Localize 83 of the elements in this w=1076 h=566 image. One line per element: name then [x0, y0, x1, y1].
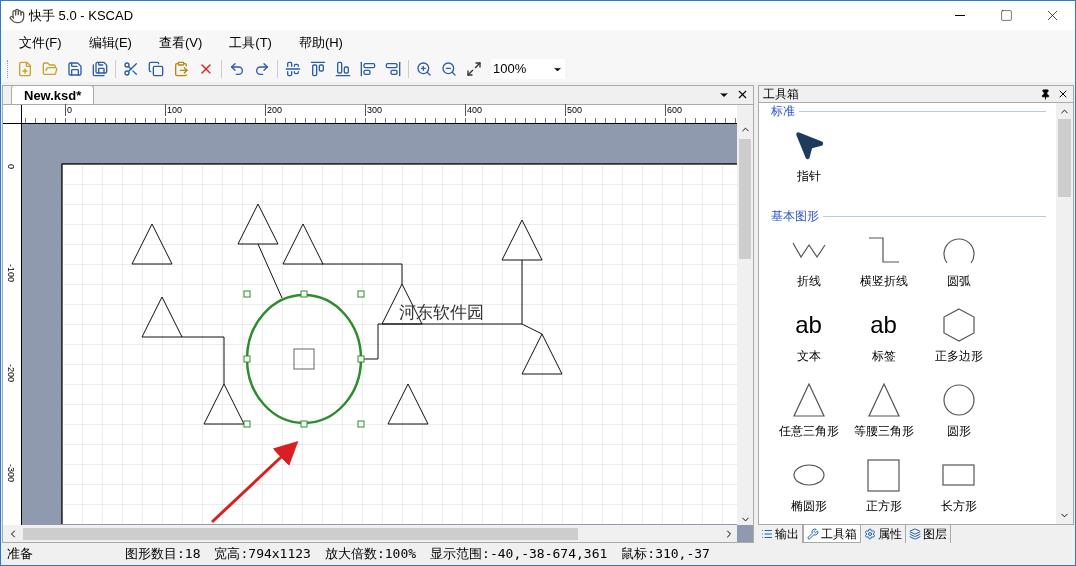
canvas-text: 河东软件园 — [399, 302, 484, 324]
ruler-label: 500 — [565, 104, 583, 116]
status-text: 图形数目:18 — [125, 545, 201, 564]
connector-line — [257, 243, 283, 299]
pin-icon[interactable] — [1040, 88, 1051, 100]
list-icon — [761, 528, 773, 540]
app-icon — [9, 7, 25, 24]
toolbox-item[interactable]: 横竖折线 — [846, 230, 921, 305]
toolbox-item[interactable]: 椭圆形 — [771, 455, 846, 524]
triangle-shape — [521, 333, 563, 375]
ruler-label: 600 — [665, 104, 683, 116]
toolbox-item[interactable]: 等腰三角形 — [846, 380, 921, 455]
toolbox-item[interactable]: 正多边形 — [921, 305, 996, 380]
scrollbar-corner — [737, 525, 753, 542]
orthline-shape-icon — [867, 237, 900, 263]
toolbox-item[interactable]: 正方形 — [846, 455, 921, 524]
scrollbar-thumb[interactable] — [1058, 119, 1071, 197]
menu-item[interactable]: 文件(F) — [11, 33, 70, 53]
status-text: 鼠标:310,-37 — [621, 545, 710, 564]
gear-icon — [864, 528, 876, 540]
toolbox-item[interactable]: 任意三角形 — [771, 380, 846, 455]
menu-item[interactable]: 工具(T) — [221, 33, 280, 53]
wrench-icon — [807, 527, 819, 540]
ruler-label: 0 — [6, 164, 15, 169]
toolbox-item[interactable]: 圆形 — [921, 380, 996, 455]
panel-tab[interactable]: 工具箱 — [803, 525, 861, 543]
connector-line — [181, 336, 225, 385]
triangle-shape — [141, 296, 183, 338]
close-icon[interactable] — [1057, 88, 1069, 100]
menu-item[interactable]: 帮助(H) — [290, 33, 351, 53]
document-tab[interactable]: New.ksd* — [11, 85, 95, 104]
text-glyph: ab — [870, 311, 897, 339]
ruler-label: 200 — [265, 104, 283, 116]
triangle-shape — [237, 203, 279, 245]
hexagon-shape-icon — [942, 308, 975, 342]
panel-tab[interactable]: 图层 — [906, 525, 951, 543]
ellipse-shape-icon — [792, 464, 825, 486]
triangle-shape — [131, 223, 173, 265]
status-text: 准备 — [7, 545, 34, 564]
selected-ellipse[interactable] — [243, 290, 365, 428]
ruler-label: -300 — [6, 464, 15, 482]
status-text: 宽高:794x1123 — [214, 545, 311, 564]
polyline-shape-icon — [791, 241, 826, 259]
close-icon[interactable] — [736, 88, 749, 101]
section-title: 标准 — [771, 103, 795, 120]
toolbox-item[interactable]: 长方形 — [921, 455, 996, 524]
section-title: 基本图形 — [771, 208, 819, 225]
toolbox-item[interactable]: ab 文本 — [771, 305, 846, 380]
layers-icon — [909, 528, 921, 540]
toolbox-item[interactable]: ab 标签 — [846, 305, 921, 380]
status-text: 放大倍数:100% — [324, 545, 417, 564]
panel-tab[interactable]: 属性 — [861, 525, 906, 543]
toolbox-item[interactable]: 折线 — [771, 230, 846, 305]
ruler-label: 300 — [365, 104, 383, 116]
ruler-label: 0 — [65, 104, 72, 116]
scrollbar-thumb[interactable] — [23, 527, 578, 540]
ruler-label: 100 — [165, 104, 183, 116]
menu-item[interactable]: 编辑(E) — [80, 33, 140, 53]
text-glyph: ab — [795, 311, 822, 339]
zoom-select[interactable]: 100% — [491, 59, 565, 79]
panel-scrollbar[interactable] — [1056, 103, 1073, 524]
ruler-label: -200 — [6, 364, 15, 382]
menu-item[interactable]: 查看(V) — [150, 33, 211, 53]
triangle-shape-icon — [867, 383, 900, 417]
ruler-label: -100 — [6, 264, 15, 282]
triangle-shape — [282, 223, 324, 265]
circle-shape-icon — [942, 384, 975, 416]
scrollbar-thumb[interactable] — [739, 139, 751, 259]
minimize-icon — [955, 15, 965, 16]
panel-title: 工具箱 — [763, 86, 800, 103]
ruler-label: 400 — [465, 104, 483, 116]
toolbox-item[interactable]: 圆弧 — [921, 230, 996, 305]
triangle-shape — [501, 219, 543, 261]
triangle-shape — [203, 383, 245, 425]
triangle-shape-icon — [792, 383, 825, 417]
arc-shape-icon — [942, 236, 975, 264]
window-title: 快手 5.0 - KSCAD — [29, 6, 134, 25]
status-text: 显示范围:-40,-38-674,361 — [430, 545, 608, 564]
rect-shape-icon — [942, 464, 975, 486]
square-shape-icon — [867, 458, 900, 492]
triangle-shape — [387, 383, 429, 425]
toolbox-item[interactable]: 指针 — [771, 125, 846, 200]
maximize-icon — [999, 9, 1013, 22]
